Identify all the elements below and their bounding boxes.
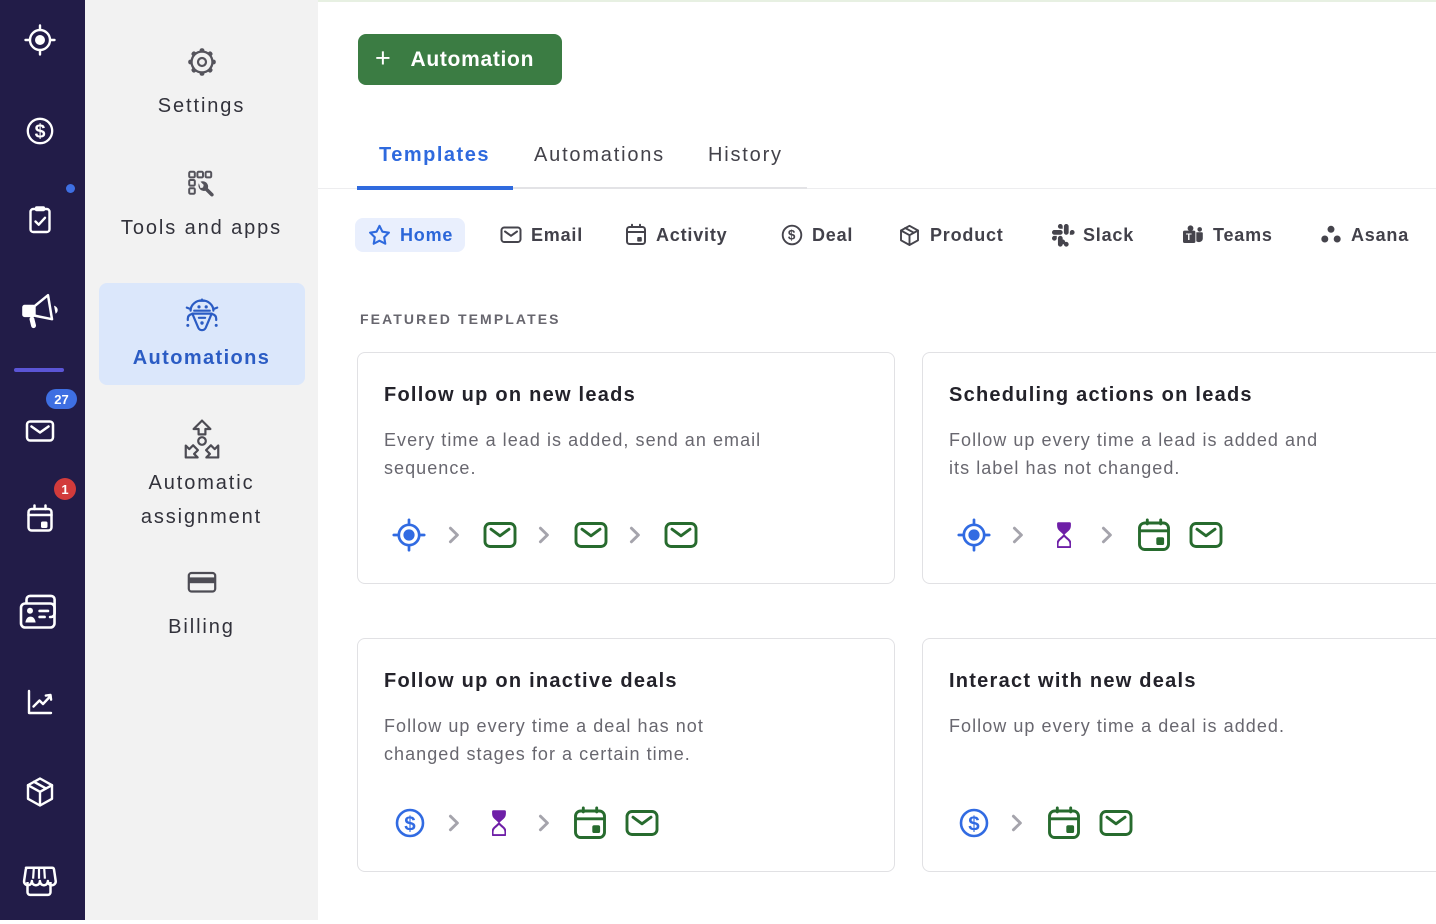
svg-text:$: $	[788, 228, 796, 243]
svg-text:T: T	[1186, 232, 1193, 243]
svg-text:$: $	[35, 121, 46, 143]
